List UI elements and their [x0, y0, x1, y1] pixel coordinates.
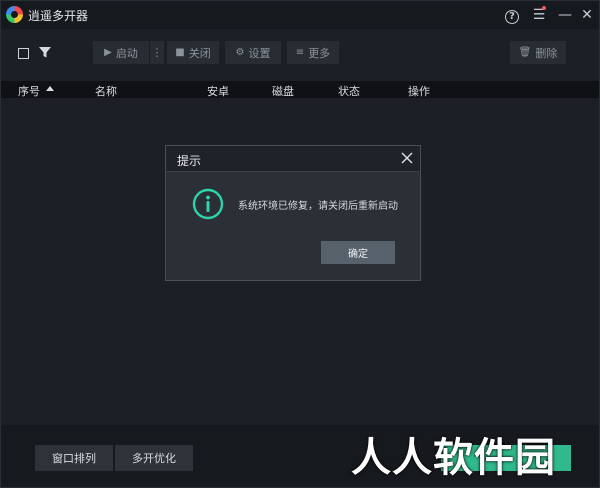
notification-dot	[542, 6, 546, 10]
dialog-header: 提示	[166, 146, 420, 172]
list-icon: ≡	[295, 47, 305, 58]
sort-ascending-icon[interactable]	[46, 86, 54, 91]
column-header-index[interactable]: 序号	[18, 83, 40, 99]
prompt-dialog: 提示 系统环境已修复，请关闭后重新启动 确定	[165, 145, 421, 281]
trash-icon: 🗑	[518, 47, 532, 58]
arrange-windows-button[interactable]: 窗口排列	[35, 445, 113, 471]
delete-button[interactable]: 🗑 删除	[510, 41, 566, 64]
app-title: 逍遥多开器	[28, 9, 89, 23]
ok-button[interactable]: 确定	[321, 241, 395, 264]
toolbar: ▶ 启动 ⋮ ■ 关闭 ⚙ 设置 ≡ 更多 🗑 删除	[1, 29, 599, 81]
multi-optimize-button[interactable]: 多开优化	[115, 445, 193, 471]
start-options-button[interactable]: ⋮	[150, 41, 164, 64]
more-button[interactable]: ≡ 更多	[287, 41, 339, 64]
select-all-checkbox[interactable]	[18, 48, 29, 59]
close-window-icon[interactable]: ✕	[576, 4, 598, 26]
start-button[interactable]: ▶ 启动	[93, 41, 149, 64]
column-header-action: 操作	[408, 85, 430, 98]
menu-icon[interactable]: ☰	[528, 4, 550, 26]
dialog-title: 提示	[177, 154, 202, 168]
app-logo-icon	[6, 6, 23, 23]
column-header-android: 安卓	[207, 85, 229, 98]
play-icon: ▶	[104, 47, 112, 58]
info-icon	[192, 188, 224, 220]
title-bar: 逍遥多开器 ? ☰ — ✕	[1, 1, 599, 29]
dialog-message: 系统环境已修复，请关闭后重新启动	[238, 201, 398, 212]
close-button[interactable]: ■ 关闭	[167, 41, 219, 64]
column-header-name: 名称	[95, 85, 117, 98]
stop-icon: ■	[175, 47, 185, 58]
filter-icon[interactable]	[38, 45, 52, 59]
minimize-icon[interactable]: —	[554, 4, 576, 26]
gear-icon: ⚙	[235, 47, 245, 58]
close-icon[interactable]	[400, 151, 414, 165]
app-window: 逍遥多开器 ? ☰ — ✕ ▶ 启动 ⋮ ■ 关闭 ⚙ 设置 ≡ 更多 🗑 删除	[0, 0, 600, 488]
settings-button[interactable]: ⚙ 设置	[225, 41, 281, 64]
watermark: 人人软件园	[351, 435, 556, 481]
column-header-disk: 磁盘	[272, 85, 294, 98]
table-header: 序号 名称 安卓 磁盘 状态 操作	[1, 81, 599, 98]
column-header-status: 状态	[338, 85, 360, 98]
help-icon[interactable]: ?	[501, 4, 523, 26]
